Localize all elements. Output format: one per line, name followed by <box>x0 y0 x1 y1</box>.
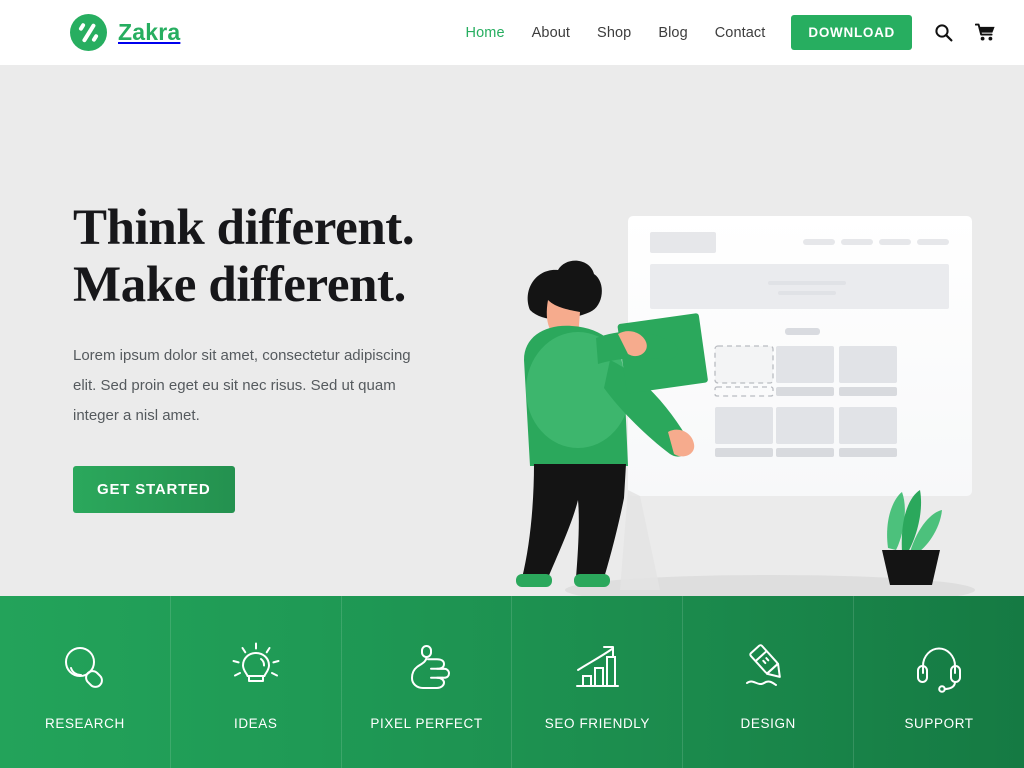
zakra-circle-logo-icon <box>70 14 107 51</box>
wireframe-logo-block <box>650 232 716 253</box>
cart-button[interactable] <box>975 23 996 42</box>
hero-title: Think different. Make different. <box>73 200 503 314</box>
feature-item-research[interactable]: RESEARCH <box>0 596 171 768</box>
wireframe-section-title <box>785 328 820 335</box>
feature-label: RESEARCH <box>45 715 125 731</box>
landing-page: Zakra Home About Shop Blog Contact DOWNL… <box>0 0 1024 768</box>
get-started-button[interactable]: GET STARTED <box>73 466 235 514</box>
person-pants <box>522 464 626 578</box>
potted-plant <box>882 490 942 585</box>
features-bar: RESEARCH IDEAS PIXEL PERFECT SEO FRIENDL… <box>0 596 1024 768</box>
wireframe-drop-target <box>714 345 774 384</box>
nav-item-contact[interactable]: Contact <box>715 25 766 41</box>
feature-item-support[interactable]: SUPPORT <box>854 596 1024 768</box>
nav-item-home[interactable]: Home <box>466 25 505 41</box>
brand-name: Zakra <box>118 19 181 45</box>
feature-item-pixel-perfect[interactable]: PIXEL PERFECT <box>342 596 513 768</box>
feature-item-seo-friendly[interactable]: SEO FRIENDLY <box>512 596 684 768</box>
bar-chart-arrow-icon <box>571 640 623 696</box>
feature-label: SUPPORT <box>904 715 974 731</box>
wireframe-hero-band <box>650 264 949 309</box>
hero-title-line-2: Make different. <box>73 257 406 314</box>
feature-label: IDEAS <box>233 715 278 731</box>
hero-section: Think different. Make different. Lorem i… <box>0 65 1024 596</box>
headset-icon <box>913 640 965 696</box>
pen-drawing-icon <box>742 640 794 696</box>
main-navigation: Home About Shop Blog Contact DOWNLOAD <box>466 15 996 50</box>
feature-label: PIXEL PERFECT <box>370 715 483 731</box>
hero-illustration <box>500 160 1000 596</box>
hero-title-line-1: Think different. <box>73 200 415 256</box>
nav-item-shop[interactable]: Shop <box>597 25 631 41</box>
feature-item-design[interactable]: DESIGN <box>683 596 855 768</box>
nav-links: Home About Shop Blog Contact <box>466 25 766 41</box>
feature-item-ideas[interactable]: IDEAS <box>171 596 342 768</box>
download-button[interactable]: DOWNLOAD <box>791 15 912 50</box>
site-header: Zakra Home About Shop Blog Contact DOWNL… <box>0 0 1024 65</box>
nav-item-about[interactable]: About <box>532 25 570 41</box>
shopping-cart-icon <box>975 23 995 41</box>
plant-pot <box>882 550 940 585</box>
feature-label: SEO FRIENDLY <box>544 715 651 731</box>
search-icon <box>935 24 953 42</box>
lightbulb-icon <box>230 640 282 696</box>
hero-paragraph: Lorem ipsum dolor sit amet, consectetur … <box>73 347 411 425</box>
thumbs-up-icon <box>401 640 453 696</box>
hero-copy: Think different. Make different. Lorem i… <box>73 200 503 514</box>
feature-label: DESIGN <box>740 715 796 731</box>
magnifier-icon <box>59 640 111 696</box>
search-button[interactable] <box>934 23 953 42</box>
brand-logo-link[interactable]: Zakra <box>70 14 180 51</box>
person-shoe-left <box>516 574 552 587</box>
person-shoe-right <box>574 574 610 587</box>
nav-item-blog[interactable]: Blog <box>658 25 687 41</box>
